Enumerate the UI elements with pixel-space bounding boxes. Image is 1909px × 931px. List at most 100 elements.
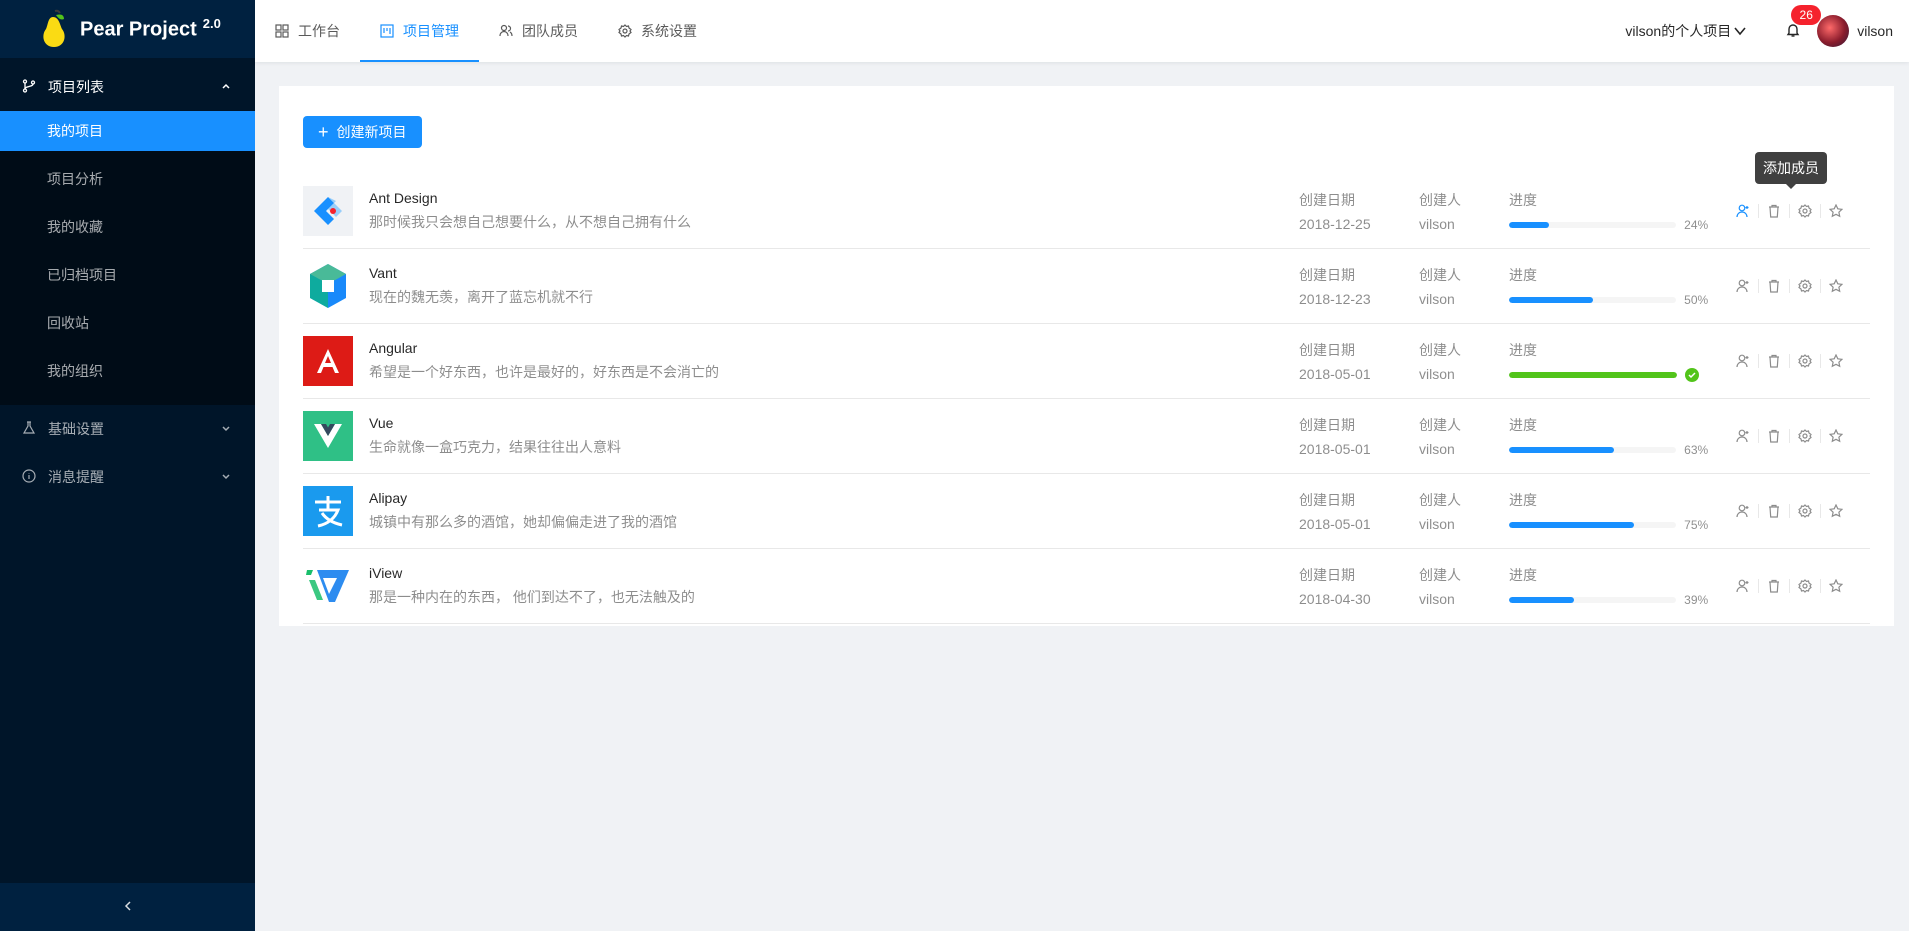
tab-team-members[interactable]: 团队成员 bbox=[479, 0, 598, 62]
delete-button[interactable] bbox=[1759, 501, 1789, 521]
sidebar-item-archived[interactable]: 已归档项目 bbox=[0, 255, 255, 295]
add-member-button[interactable] bbox=[1728, 576, 1758, 596]
favorite-button[interactable] bbox=[1821, 201, 1851, 221]
progress-bar bbox=[1509, 597, 1677, 603]
favorite-button[interactable] bbox=[1821, 351, 1851, 371]
project-name[interactable]: Alipay bbox=[369, 490, 1299, 506]
progress-label: 进度 bbox=[1509, 192, 1537, 208]
delete-button[interactable] bbox=[1759, 276, 1789, 296]
tab-workbench[interactable]: 工作台 bbox=[255, 0, 360, 62]
tab-system-settings[interactable]: 系统设置 bbox=[598, 0, 717, 62]
tab-label: 工作台 bbox=[298, 23, 340, 39]
progress-bar bbox=[1509, 522, 1677, 528]
menu-group-label: 基础设置 bbox=[48, 421, 104, 437]
progress-percent: 24% bbox=[1684, 218, 1709, 232]
add-member-button[interactable] bbox=[1728, 201, 1758, 221]
sidebar-item-my-org[interactable]: 我的组织 bbox=[0, 351, 255, 391]
gear-icon bbox=[1798, 204, 1812, 218]
settings-button[interactable] bbox=[1790, 576, 1820, 596]
created-date: 2018-05-01 bbox=[1299, 516, 1371, 532]
gear-icon bbox=[1798, 354, 1812, 368]
project-name[interactable]: Ant Design bbox=[369, 190, 1299, 206]
sidebar-item-my-projects[interactable]: 我的项目 bbox=[0, 111, 255, 151]
favorite-button[interactable] bbox=[1821, 576, 1851, 596]
progress-fill bbox=[1509, 297, 1593, 303]
delete-button[interactable] bbox=[1759, 426, 1789, 446]
star-icon bbox=[1829, 279, 1843, 293]
pear-icon bbox=[43, 9, 65, 47]
add-member-button[interactable] bbox=[1728, 351, 1758, 371]
list-item: Vue 生命就像一盒巧克力，结果往往出人意料 创建日期 2018-05-01 创… bbox=[303, 399, 1870, 474]
project-icon bbox=[380, 24, 394, 38]
project-description: 那时候我只会想自己想要什么，从不想自己拥有什么 bbox=[369, 214, 691, 230]
setting-icon bbox=[618, 24, 632, 38]
menu-group-basic-settings[interactable]: 基础设置 bbox=[0, 405, 255, 453]
username[interactable]: vilson bbox=[1857, 23, 1893, 39]
progress-bar bbox=[1509, 447, 1677, 453]
progress-label: 进度 bbox=[1509, 342, 1537, 358]
settings-button[interactable] bbox=[1790, 351, 1820, 371]
project-name[interactable]: Vant bbox=[369, 265, 1299, 281]
user-add-icon bbox=[1736, 204, 1749, 218]
delete-button[interactable] bbox=[1759, 201, 1789, 221]
user-add-icon bbox=[1736, 429, 1749, 443]
add-member-button[interactable] bbox=[1728, 501, 1758, 521]
menu-group-notifications[interactable]: 消息提醒 bbox=[0, 453, 255, 501]
sidebar-item-recycle-bin[interactable]: 回收站 bbox=[0, 303, 255, 343]
favorite-button[interactable] bbox=[1821, 501, 1851, 521]
chevron-down-icon bbox=[221, 423, 233, 435]
gear-icon bbox=[1798, 504, 1812, 518]
creator-label: 创建人 bbox=[1419, 417, 1461, 433]
delete-button[interactable] bbox=[1759, 351, 1789, 371]
creator-label: 创建人 bbox=[1419, 192, 1461, 208]
user-avatar[interactable] bbox=[1817, 15, 1850, 47]
angular-logo bbox=[303, 336, 353, 386]
chevron-down-icon bbox=[221, 471, 233, 483]
create-project-label: 创建新项目 bbox=[336, 124, 407, 140]
gear-icon bbox=[1798, 579, 1812, 593]
creator-name: vilson bbox=[1419, 441, 1455, 457]
app-logo[interactable]: Pear Project 2.0 bbox=[0, 0, 255, 58]
add-member-button[interactable] bbox=[1728, 276, 1758, 296]
favorite-button[interactable] bbox=[1821, 276, 1851, 296]
org-selector[interactable]: vilson的个人项目 bbox=[1625, 21, 1747, 41]
settings-button[interactable] bbox=[1790, 501, 1820, 521]
tab-project-management[interactable]: 项目管理 bbox=[360, 0, 479, 62]
project-description: 城镇中有那么多的酒馆，她却偏偏走进了我的酒馆 bbox=[369, 514, 677, 530]
vant-logo bbox=[303, 261, 353, 311]
settings-button[interactable] bbox=[1790, 276, 1820, 296]
add-member-button[interactable] bbox=[1728, 426, 1758, 446]
progress-bar bbox=[1509, 222, 1677, 228]
project-description: 那是一种内在的东西， 他们到达不了，也无法触及的 bbox=[369, 589, 695, 605]
creator-label: 创建人 bbox=[1419, 267, 1461, 283]
sidebar-collapse-button[interactable] bbox=[0, 883, 255, 931]
star-icon bbox=[1829, 354, 1843, 368]
sidebar-item-favorites[interactable]: 我的收藏 bbox=[0, 207, 255, 247]
appstore-icon bbox=[275, 24, 289, 38]
created-date: 2018-05-01 bbox=[1299, 366, 1371, 382]
plus-icon: + bbox=[318, 122, 329, 142]
date-label: 创建日期 bbox=[1299, 267, 1355, 283]
settings-button[interactable] bbox=[1790, 426, 1820, 446]
delete-button[interactable] bbox=[1759, 576, 1789, 596]
menu-group-projects[interactable]: 项目列表 bbox=[0, 63, 255, 111]
project-name[interactable]: Angular bbox=[369, 340, 1299, 356]
create-project-button[interactable]: + 创建新项目 bbox=[303, 116, 422, 148]
notification-bell[interactable]: 26 bbox=[1781, 5, 1822, 43]
project-description: 希望是一个好东西，也许是最好的，好东西是不会消亡的 bbox=[369, 364, 719, 380]
sidebar-item-project-analysis[interactable]: 项目分析 bbox=[0, 159, 255, 199]
iview-logo bbox=[303, 561, 353, 611]
creator-label: 创建人 bbox=[1419, 567, 1461, 583]
project-name[interactable]: iView bbox=[369, 565, 1299, 581]
menu-group-label: 消息提醒 bbox=[48, 469, 104, 485]
favorite-button[interactable] bbox=[1821, 426, 1851, 446]
progress-bar bbox=[1509, 372, 1677, 378]
settings-button[interactable] bbox=[1790, 201, 1820, 221]
ant-design-logo bbox=[303, 186, 353, 236]
project-name[interactable]: Vue bbox=[369, 415, 1299, 431]
creator-name: vilson bbox=[1419, 591, 1455, 607]
progress-percent: 50% bbox=[1684, 293, 1709, 307]
creator-name: vilson bbox=[1419, 291, 1455, 307]
progress-percent: 39% bbox=[1684, 593, 1709, 607]
creator-label: 创建人 bbox=[1419, 492, 1461, 508]
